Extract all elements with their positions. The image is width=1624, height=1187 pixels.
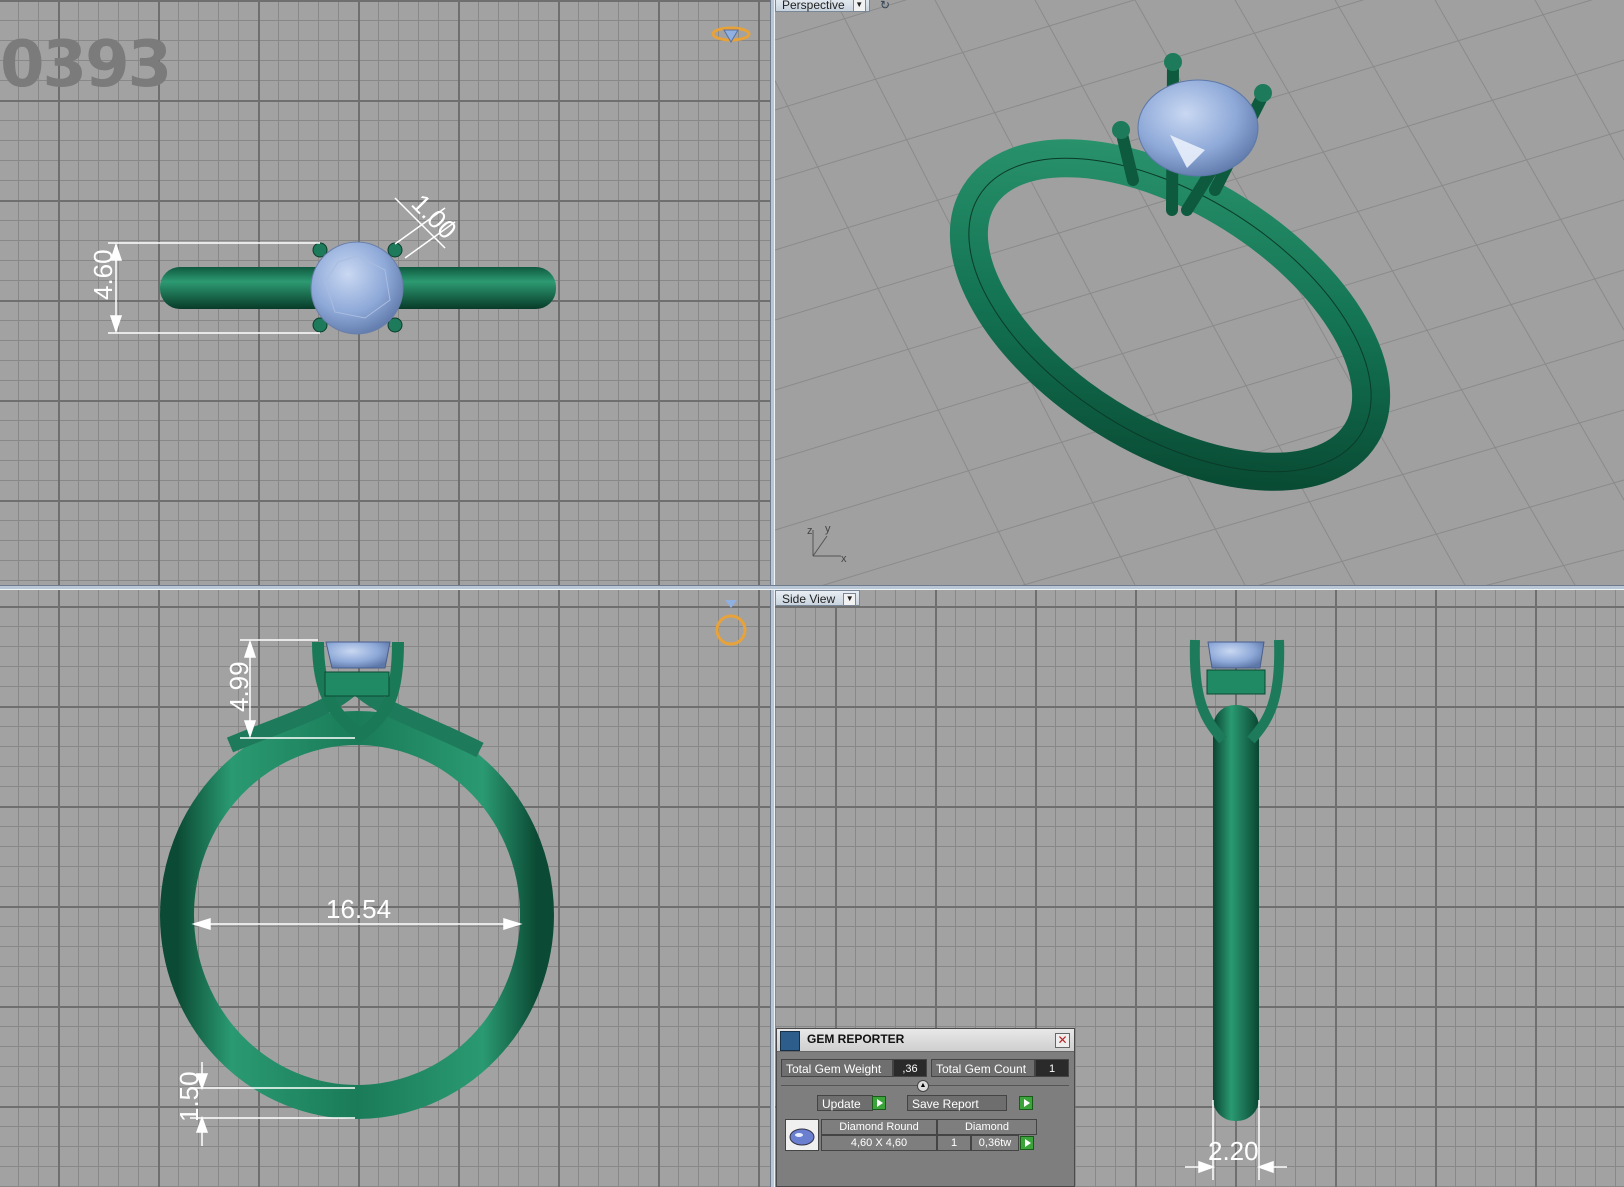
close-icon[interactable]: ✕ [1055, 1033, 1070, 1048]
total-count-value[interactable]: 1 [1035, 1059, 1069, 1077]
gem-thumbnail-icon [785, 1119, 819, 1151]
gem-reporter-title: GEM REPORTER [807, 1032, 905, 1046]
viewport-label-text: Side View [782, 592, 836, 606]
chevron-down-icon[interactable]: ▼ [852, 0, 866, 12]
prong [387, 242, 403, 258]
total-weight-value[interactable]: ,36 [893, 1059, 927, 1077]
dim-label-shank: 1.50 [174, 1071, 204, 1122]
gem-weight-cell: 0,36tw [971, 1135, 1019, 1151]
viewport-menu-perspective[interactable]: Perspective ▼ [775, 0, 870, 12]
gem-size-cell: 4,60 X 4,60 [821, 1135, 937, 1151]
dim-label-setting: 4.99 [224, 661, 254, 712]
total-count-label: Total Gem Count [931, 1059, 1035, 1077]
gem-count-cell: 1 [937, 1135, 971, 1151]
collapse-icon[interactable]: ▲ [917, 1080, 929, 1092]
top-view-drawing: 4.60 1.00 [88, 26, 751, 335]
viewport-menu-side[interactable]: Side View ▼ [775, 590, 861, 606]
gem-row-play-icon[interactable] [1020, 1136, 1034, 1150]
dim-label-width: 2.20 [1208, 1136, 1259, 1166]
viewport-splitter-horizontal[interactable] [0, 585, 1624, 590]
front-view-drawing: 4.99 16.54 1.50 [160, 600, 747, 1146]
gem-shape-header: Diamond Round [821, 1119, 937, 1135]
gem-front [325, 641, 391, 669]
perspective-viewport[interactable]: z y x Perspective ▼ ↻ [775, 0, 1624, 585]
viewport-splitter-vertical[interactable] [770, 0, 775, 1187]
chevron-down-icon[interactable]: ▼ [843, 593, 857, 606]
gem-reporter-icon [780, 1031, 800, 1051]
update-play-icon[interactable] [872, 1096, 886, 1110]
setting-collar-side [1206, 669, 1266, 695]
viewport-label-text: Perspective [782, 0, 845, 12]
ring-front-icon [715, 600, 747, 646]
gem-side [1207, 641, 1265, 669]
dim-label-inner-diameter: 16.54 [326, 894, 391, 924]
ring-band-side [1213, 705, 1259, 1121]
update-button[interactable]: Update [817, 1095, 873, 1111]
gem-reporter-panel[interactable]: GEM REPORTER ✕ Total Gem Weight ,36 Tota… [776, 1028, 1075, 1187]
gem-perspective [1137, 79, 1259, 177]
top-viewport[interactable]: 0393 4.60 1.00 [0, 0, 770, 585]
setting-collar [324, 671, 390, 697]
total-weight-label: Total Gem Weight [781, 1059, 893, 1077]
dim-label-prong: 1.00 [406, 188, 463, 245]
rotate-icon[interactable]: ↻ [880, 0, 894, 12]
save-report-play-icon[interactable] [1019, 1096, 1033, 1110]
save-report-button[interactable]: Save Report [907, 1095, 1007, 1111]
perspective-drawing: z y x [775, 0, 1624, 585]
axis-x-label: x [841, 553, 847, 565]
axis-z-label: z [807, 525, 813, 537]
ring-orientation-icon [711, 26, 751, 43]
front-viewport[interactable]: 4.99 16.54 1.50 [0, 590, 770, 1187]
gem-reporter-titlebar[interactable]: GEM REPORTER ✕ [777, 1029, 1074, 1052]
dim-label-height: 4.60 [88, 249, 118, 300]
gem-material-header: Diamond [937, 1119, 1037, 1135]
axis-y-label: y [825, 523, 831, 535]
